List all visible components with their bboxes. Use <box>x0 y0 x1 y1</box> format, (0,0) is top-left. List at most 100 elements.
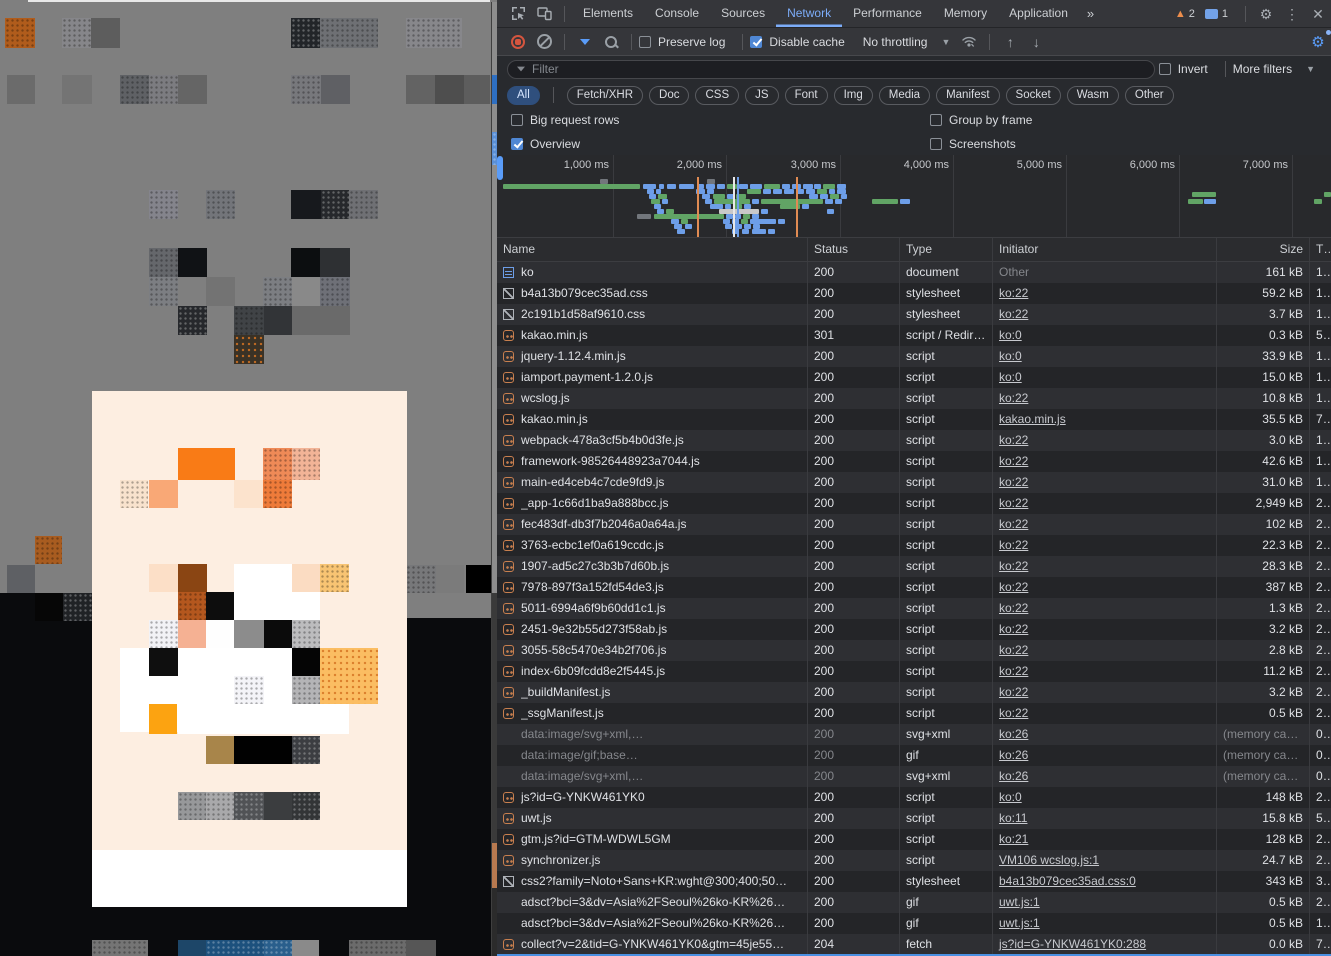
initiator-link[interactable]: ko:22 <box>999 559 1028 573</box>
filter-chip-media[interactable]: Media <box>879 86 930 105</box>
filter-chip-css[interactable]: CSS <box>695 86 739 105</box>
filter-chip-js[interactable]: JS <box>745 86 778 105</box>
request-row[interactable]: js?id=G-YNKW461YK0200scriptko:0148 kB2… <box>497 787 1331 808</box>
initiator-link[interactable]: ko:22 <box>999 454 1028 468</box>
import-har-icon[interactable]: ↑ <box>999 31 1021 53</box>
request-row[interactable]: wcslog.js200scriptko:2210.8 kB1… <box>497 388 1331 409</box>
request-row[interactable]: data:image/svg+xml,…200svg+xmlko:26(memo… <box>497 724 1331 745</box>
request-row[interactable]: 3763-ecbc1ef0a619ccdc.js200scriptko:2222… <box>497 535 1331 556</box>
throttling-select[interactable]: No throttling <box>863 35 928 49</box>
request-row[interactable]: uwt.js200scriptko:1115.8 kB5… <box>497 808 1331 829</box>
request-row[interactable]: collect?v=2&tid=G-YNKW461YK0&gtm=45je55…… <box>497 934 1331 955</box>
record-button[interactable] <box>507 31 529 53</box>
preserve-log-checkbox[interactable] <box>639 36 651 48</box>
filter-input[interactable]: Filter <box>507 60 1155 79</box>
warnings-icon[interactable]: ▲ <box>1175 8 1186 20</box>
initiator-link[interactable]: ko:26 <box>999 769 1028 783</box>
initiator-link[interactable]: ko:0 <box>999 790 1022 804</box>
network-overview-timeline[interactable]: 1,000 ms2,000 ms3,000 ms4,000 ms5,000 ms… <box>497 155 1331 238</box>
more-filters-button[interactable]: More filters <box>1233 62 1292 76</box>
request-row[interactable]: synchronizer.js200scriptVM106 wcslog.js:… <box>497 850 1331 871</box>
initiator-link[interactable]: ko:22 <box>999 622 1028 636</box>
request-row[interactable]: _app-1c66d1ba9a888bcc.js200scriptko:222,… <box>497 493 1331 514</box>
disable-cache-checkbox[interactable] <box>750 36 762 48</box>
network-settings-gear-icon[interactable]: ⚙ <box>1307 31 1329 53</box>
filter-chip-img[interactable]: Img <box>834 86 873 105</box>
request-row[interactable]: jquery-1.12.4.min.js200scriptko:033.9 kB… <box>497 346 1331 367</box>
initiator-link[interactable]: ko:22 <box>999 706 1028 720</box>
initiator-link[interactable]: ko:22 <box>999 307 1028 321</box>
request-row[interactable]: data:image/gif;base…200gifko:26(memory c… <box>497 745 1331 766</box>
initiator-link[interactable]: uwt.js:1 <box>999 895 1040 909</box>
initiator-link[interactable]: ko:22 <box>999 664 1028 678</box>
filter-toggle-icon[interactable] <box>574 31 596 53</box>
initiator-link[interactable]: ko:22 <box>999 601 1028 615</box>
device-toolbar-icon[interactable] <box>533 3 555 25</box>
clear-button[interactable] <box>533 31 555 53</box>
filter-chip-socket[interactable]: Socket <box>1006 86 1061 105</box>
column-header-size[interactable]: Size <box>1217 238 1310 261</box>
initiator-link[interactable]: ko:0 <box>999 328 1022 342</box>
request-row[interactable]: 2451-9e32b55d273f58ab.js200scriptko:223.… <box>497 619 1331 640</box>
initiator-link[interactable]: ko:11 <box>999 811 1027 825</box>
column-header-time[interactable]: T… <box>1310 238 1331 261</box>
request-row[interactable]: adsct?bci=3&dv=Asia%2FSeoul%26ko-KR%26…2… <box>497 892 1331 913</box>
initiator-link[interactable]: ko:21 <box>999 832 1028 846</box>
tab-application[interactable]: Application <box>998 0 1079 27</box>
filter-chip-doc[interactable]: Doc <box>649 86 689 105</box>
invert-checkbox[interactable] <box>1159 63 1171 75</box>
issues-icon[interactable] <box>1205 9 1218 19</box>
screenshots-checkbox[interactable] <box>930 138 942 150</box>
request-row[interactable]: ko200documentOther161 kB1… <box>497 262 1331 283</box>
network-conditions-icon[interactable] <box>958 31 980 53</box>
filter-chip-manifest[interactable]: Manifest <box>936 86 999 105</box>
request-row[interactable]: _buildManifest.js200scriptko:223.2 kB2… <box>497 682 1331 703</box>
request-row[interactable]: fec483df-db3f7b2046a0a64a.js200scriptko:… <box>497 514 1331 535</box>
initiator-link[interactable]: ko:26 <box>999 727 1028 741</box>
tab-network[interactable]: Network <box>776 0 842 27</box>
filter-chip-all[interactable]: All <box>507 86 540 105</box>
initiator-link[interactable]: ko:26 <box>999 748 1028 762</box>
overview-drag-handle[interactable] <box>497 156 503 180</box>
filter-chip-other[interactable]: Other <box>1125 86 1174 105</box>
column-header-init[interactable]: Initiator <box>993 238 1217 261</box>
initiator-link[interactable]: js?id=G-YNKW461YK0:288 <box>999 937 1146 951</box>
more-tabs-button[interactable]: » <box>1079 6 1102 21</box>
initiator-link[interactable]: ko:22 <box>999 538 1028 552</box>
export-har-icon[interactable]: ↓ <box>1025 31 1047 53</box>
big-request-rows-checkbox[interactable] <box>511 114 523 126</box>
request-row[interactable]: gtm.js?id=GTM-WDWL5GM200scriptko:21128 k… <box>497 829 1331 850</box>
initiator-link[interactable]: ko:22 <box>999 475 1028 489</box>
overview-checkbox[interactable] <box>511 138 523 150</box>
request-row[interactable]: 7978-897f3a152fd54de3.js200scriptko:2238… <box>497 577 1331 598</box>
request-row[interactable]: webpack-478a3cf5b4b0d3fe.js200scriptko:2… <box>497 430 1331 451</box>
initiator-link[interactable]: ko:22 <box>999 643 1028 657</box>
filter-chip-font[interactable]: Font <box>785 86 828 105</box>
request-row[interactable]: css2?family=Noto+Sans+KR:wght@300;400;50… <box>497 871 1331 892</box>
tab-memory[interactable]: Memory <box>933 0 998 27</box>
tab-console[interactable]: Console <box>644 0 710 27</box>
request-row[interactable]: b4a13b079cec35ad.css200stylesheetko:2259… <box>497 283 1331 304</box>
column-header-status[interactable]: Status <box>808 238 900 261</box>
initiator-link[interactable]: ko:22 <box>999 580 1028 594</box>
initiator-link[interactable]: ko:0 <box>999 370 1022 384</box>
initiator-link[interactable]: ko:22 <box>999 433 1028 447</box>
request-row[interactable]: kakao.min.js301script / Redir…ko:00.3 kB… <box>497 325 1331 346</box>
filter-chip-wasm[interactable]: Wasm <box>1067 86 1119 105</box>
initiator-link[interactable]: ko:22 <box>999 517 1028 531</box>
request-row[interactable]: 1907-ad5c27c3b3b7d60b.js200scriptko:2228… <box>497 556 1331 577</box>
tab-elements[interactable]: Elements <box>572 0 644 27</box>
request-row[interactable]: 2c191b1d58af9610.css200stylesheetko:223.… <box>497 304 1331 325</box>
close-devtools-icon[interactable]: ✕ <box>1307 3 1329 25</box>
request-row[interactable]: main-ed4ceb4c7cde9fd9.js200scriptko:2231… <box>497 472 1331 493</box>
request-row[interactable]: 5011-6994a6f9b60dd1c1.js200scriptko:221.… <box>497 598 1331 619</box>
request-row[interactable]: kakao.min.js200scriptkakao.min.js35.5 kB… <box>497 409 1331 430</box>
settings-gear-icon[interactable]: ⚙ <box>1255 3 1277 25</box>
kebab-menu-icon[interactable]: ⋮ <box>1281 3 1303 25</box>
initiator-link[interactable]: b4a13b079cec35ad.css:0 <box>999 874 1136 888</box>
tab-sources[interactable]: Sources <box>710 0 776 27</box>
request-row[interactable]: _ssgManifest.js200scriptko:220.5 kB2… <box>497 703 1331 724</box>
request-row[interactable]: index-6b09fcdd8e2f5445.js200scriptko:221… <box>497 661 1331 682</box>
request-row[interactable]: 3055-58c5470e34b2f706.js200scriptko:222.… <box>497 640 1331 661</box>
tab-performance[interactable]: Performance <box>842 0 933 27</box>
